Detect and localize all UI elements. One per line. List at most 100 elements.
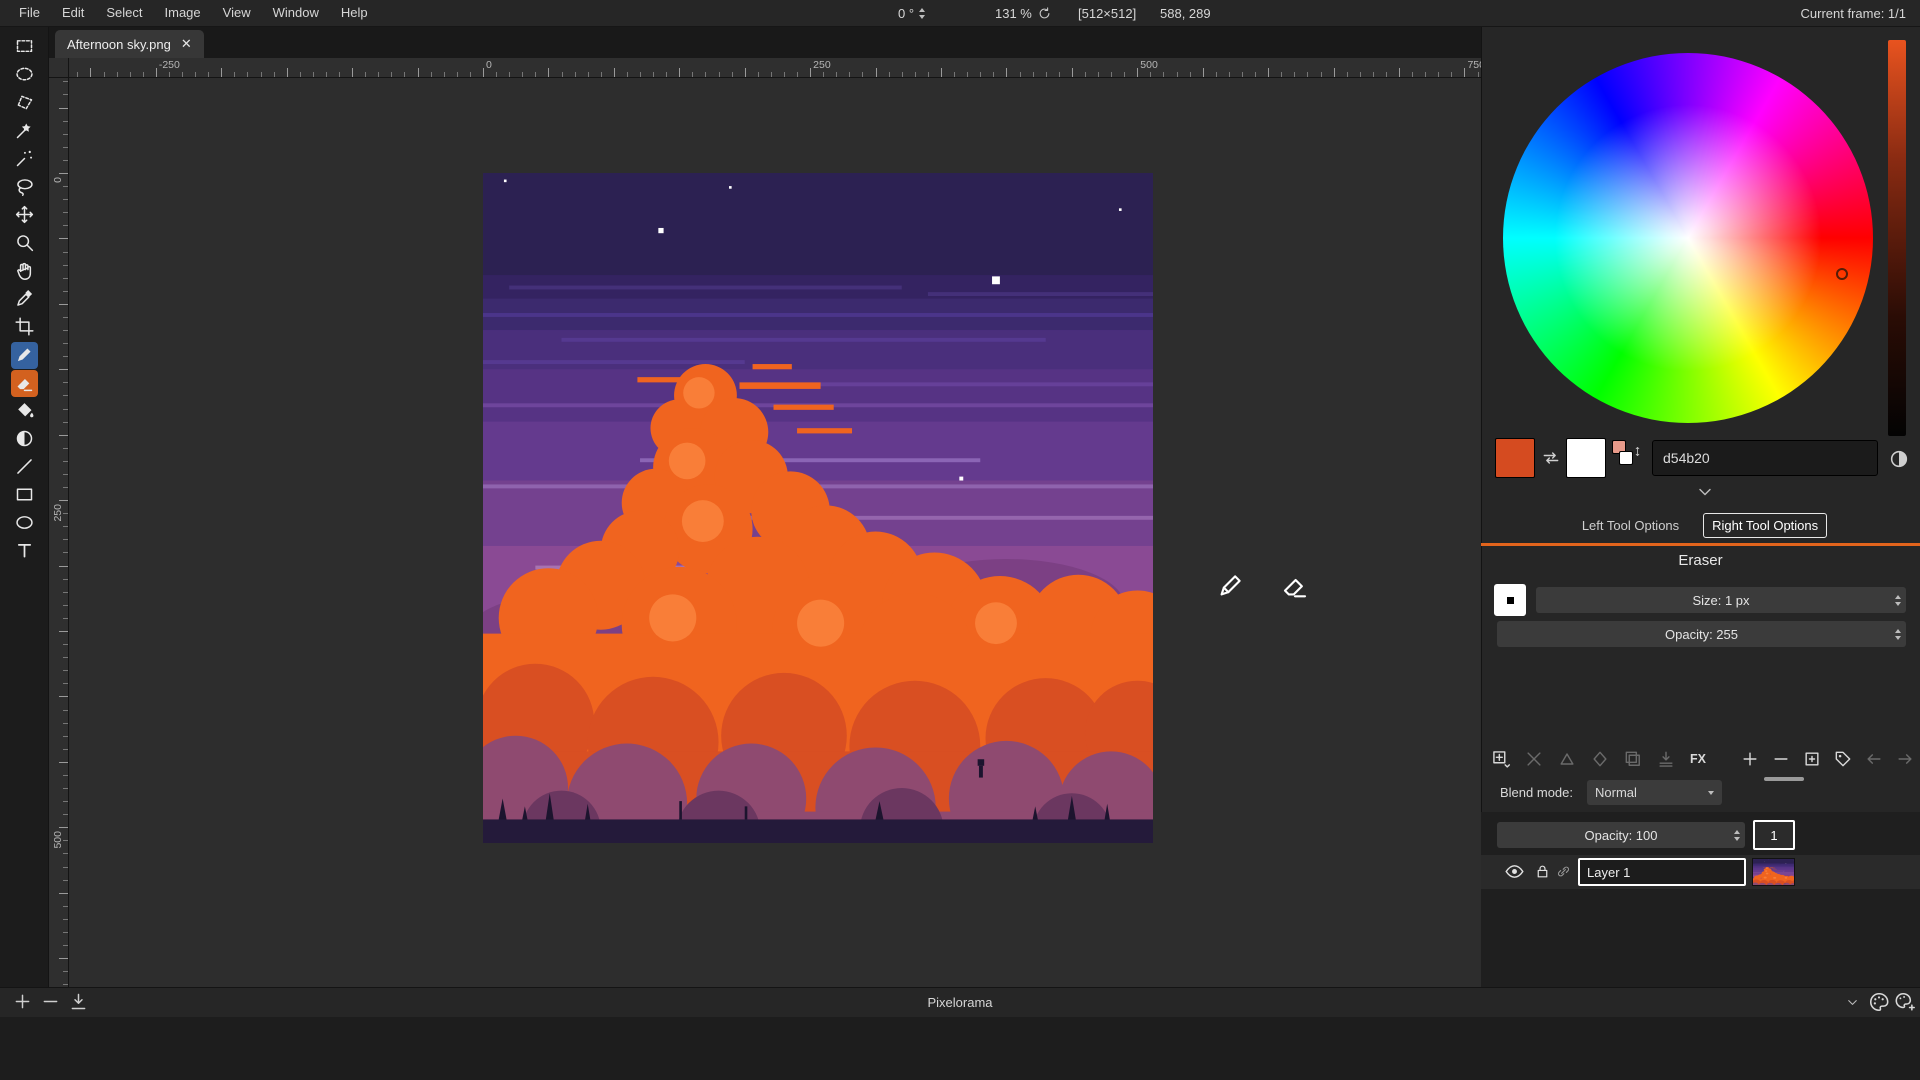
ruler-tick [1046, 72, 1047, 77]
tool-color-picker[interactable] [11, 286, 38, 313]
layer-group-button[interactable] [1589, 748, 1611, 770]
menu-view[interactable]: View [212, 0, 262, 26]
tool-ellipse-select[interactable] [11, 62, 38, 89]
layer-link-icon[interactable] [1556, 864, 1571, 879]
ruler-tick [63, 526, 68, 527]
tool-eraser[interactable] [11, 370, 38, 397]
tool-ellipse[interactable] [11, 510, 38, 537]
swap-colors-icon[interactable] [1541, 448, 1561, 468]
clone-frame-button[interactable] [1801, 748, 1823, 770]
tab-right-tool-options[interactable]: Right Tool Options [1703, 513, 1827, 538]
menu-file[interactable]: File [8, 0, 51, 26]
ruler-tick [313, 72, 314, 77]
palette-chevron-icon[interactable] [1845, 995, 1860, 1010]
menu-edit[interactable]: Edit [51, 0, 95, 26]
primary-color-swatch[interactable] [1495, 438, 1535, 478]
hex-color-input[interactable] [1652, 440, 1878, 476]
canvas-image[interactable] [483, 173, 1153, 843]
remove-layer-button[interactable] [1523, 748, 1545, 770]
small-color-swatch-bottom[interactable] [1619, 451, 1633, 465]
ruler-tick [63, 592, 68, 593]
layer-lock-icon[interactable] [1534, 863, 1551, 880]
layer-visibility-eye-icon[interactable] [1504, 861, 1525, 882]
ruler-tick [63, 775, 68, 776]
vertical-ruler[interactable]: 0250500 [49, 78, 69, 987]
menu-select[interactable]: Select [95, 0, 153, 26]
tool-lasso[interactable] [11, 174, 38, 201]
ruler-tick [63, 932, 68, 933]
ruler-tick [182, 72, 183, 77]
tool-text[interactable] [11, 538, 38, 565]
rotation-arrows[interactable] [919, 8, 925, 19]
color-wheel[interactable] [1503, 53, 1873, 423]
app-name-label: Pixelorama [0, 987, 1920, 1017]
blend-mode-dropdown[interactable]: Normal [1587, 780, 1722, 805]
tab-close-icon[interactable]: ✕ [181, 36, 192, 52]
tool-pencil[interactable] [11, 342, 38, 369]
frame-tag-button[interactable] [1832, 748, 1854, 770]
ruler-tick [365, 72, 366, 77]
value-slider[interactable] [1888, 40, 1906, 436]
canvas-size-indicator: [512×512] [1078, 0, 1136, 27]
h-ruler-label: 250 [813, 59, 831, 71]
tool-shading[interactable] [11, 426, 38, 453]
ruler-tick [63, 186, 68, 187]
layer-opacity-spinner[interactable]: Opacity: 100 [1497, 822, 1745, 848]
ruler-tick [1360, 72, 1361, 77]
tool-select-by-color[interactable] [11, 118, 38, 145]
remove-frame-button[interactable] [1770, 748, 1792, 770]
tool-bucket[interactable] [11, 398, 38, 425]
small-swap-icon[interactable] [1632, 446, 1643, 457]
menu-image[interactable]: Image [154, 0, 212, 26]
layer-fx-button[interactable]: FX [1688, 748, 1708, 770]
clone-layer-button[interactable] [1622, 748, 1644, 770]
color-wheel-cursor[interactable] [1836, 268, 1848, 280]
zoom-indicator[interactable]: 131 % [995, 0, 1052, 27]
chevron-down-icon[interactable] [1695, 482, 1715, 502]
polygon-select-icon [14, 92, 35, 116]
frame-cell-1[interactable]: 1 [1753, 820, 1795, 850]
tool-polygon-select[interactable] [11, 90, 38, 117]
secondary-color-swatch[interactable] [1566, 438, 1606, 478]
brush-preview-button[interactable] [1494, 584, 1526, 616]
tool-rectangle[interactable] [11, 482, 38, 509]
bucket-icon [14, 400, 35, 424]
ruler-tick [391, 72, 392, 77]
horizontal-ruler[interactable]: -2500250500750 [69, 58, 1481, 78]
ruler-tick [915, 72, 916, 77]
add-layer-button[interactable] [1490, 748, 1512, 770]
file-tab[interactable]: Afternoon sky.png ✕ [55, 30, 204, 58]
ruler-tick [59, 696, 68, 697]
tool-rectangle-select[interactable] [11, 34, 38, 61]
add-frame-button[interactable] [1739, 748, 1761, 770]
palette-icon[interactable] [1868, 991, 1890, 1013]
ruler-tick [208, 72, 209, 77]
tool-line[interactable] [11, 454, 38, 481]
tool-crop[interactable] [11, 314, 38, 341]
ruler-tick [902, 72, 903, 77]
ruler-tick [63, 343, 68, 344]
magic-wand-icon [14, 148, 35, 172]
palette-area [0, 1017, 1920, 1080]
tool-zoom[interactable] [11, 230, 38, 257]
eraser-size-spinner[interactable]: Size: 1 px [1536, 587, 1906, 613]
menu-window[interactable]: Window [262, 0, 330, 26]
ruler-tick [104, 72, 105, 77]
merge-down-button[interactable] [1655, 748, 1677, 770]
tool-pan[interactable] [11, 258, 38, 285]
move-frame-left-button[interactable] [1863, 748, 1885, 770]
tool-magic-wand[interactable] [11, 146, 38, 173]
palette-edit-icon[interactable] [1894, 991, 1916, 1013]
tab-left-tool-options[interactable]: Left Tool Options [1574, 514, 1687, 537]
move-layer-up-button[interactable] [1556, 748, 1578, 770]
layer-name-field[interactable]: Layer 1 [1578, 858, 1746, 886]
color-mode-icon[interactable] [1888, 448, 1910, 470]
tool-move[interactable] [11, 202, 38, 229]
move-frame-right-button[interactable] [1894, 748, 1916, 770]
rotation-spinner[interactable]: 0 ° [898, 0, 925, 27]
menu-help[interactable]: Help [330, 0, 379, 26]
zoom-reset-icon[interactable] [1037, 6, 1052, 21]
eraser-opacity-spinner[interactable]: Opacity: 255 [1497, 621, 1906, 647]
layer-thumbnail[interactable] [1752, 858, 1795, 886]
canvas-viewport[interactable] [69, 78, 1481, 987]
